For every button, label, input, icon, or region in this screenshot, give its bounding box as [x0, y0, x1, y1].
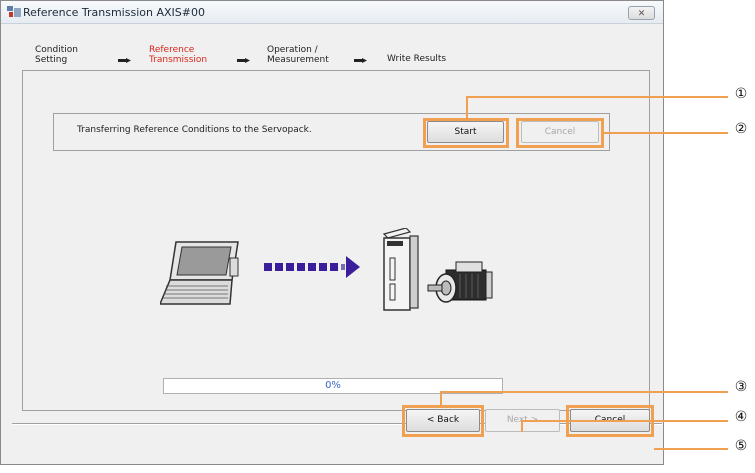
callout-3-line — [440, 391, 728, 393]
laptop-icon — [160, 241, 239, 305]
step-write-results: Write Results — [387, 54, 447, 64]
callout-3: ③ — [734, 379, 748, 395]
start-button[interactable]: Start — [427, 121, 504, 143]
step-arrow-icon — [237, 58, 250, 63]
step-arrow-icon — [354, 58, 367, 63]
step-operation-measurement: Operation / Measurement — [267, 45, 329, 65]
callout-5-line — [654, 448, 728, 450]
window-title: Reference Transmission AXIS#00 — [23, 6, 205, 19]
callout-5: ⑤ — [734, 438, 748, 454]
footer-divider — [12, 423, 662, 425]
step-reference-transmission: Reference Transmission — [149, 45, 208, 65]
callout-2-line — [604, 132, 728, 134]
step-arrow-icon — [118, 58, 131, 63]
step-condition-setting: Condition Setting — [35, 45, 78, 65]
group-cancel-button[interactable]: Cancel — [521, 121, 599, 143]
callout-2: ② — [734, 121, 748, 137]
servopack-icon — [382, 228, 419, 311]
callout-4: ④ — [734, 409, 748, 425]
callout-4-line — [521, 420, 728, 422]
transfer-description: Transferring Reference Conditions to the… — [77, 125, 312, 135]
back-button[interactable]: < Back — [406, 409, 480, 432]
callout-1-line — [466, 96, 728, 98]
transfer-arrow-icon — [264, 256, 360, 278]
close-button[interactable]: ✕ — [628, 6, 655, 20]
callout-3-line — [440, 391, 442, 406]
servomotor-icon — [427, 261, 493, 303]
transfer-illustration — [160, 228, 493, 311]
title-bar: Reference Transmission AXIS#00 ✕ — [1, 1, 663, 24]
callout-1-line — [466, 96, 468, 119]
app-icon — [7, 6, 21, 17]
callout-1: ① — [734, 86, 748, 102]
